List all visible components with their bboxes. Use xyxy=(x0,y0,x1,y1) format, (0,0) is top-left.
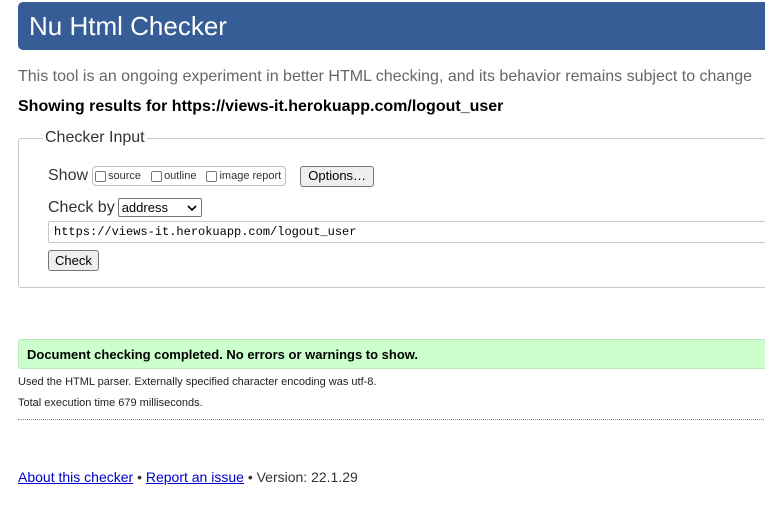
check-by-label: Check by xyxy=(48,198,115,216)
url-input[interactable]: https://views-it.herokuapp.com/logout_us… xyxy=(48,221,765,243)
checker-input-fieldset: Checker Input Show source outline image … xyxy=(18,129,765,288)
check-by-value: address xyxy=(121,200,168,215)
option-source[interactable]: source xyxy=(95,170,141,182)
source-checkbox[interactable] xyxy=(95,170,107,182)
image-report-checkbox[interactable] xyxy=(206,170,218,182)
page-header: Nu Html Checker xyxy=(18,2,765,50)
chevron-down-icon xyxy=(187,204,197,211)
divider xyxy=(18,419,765,420)
parser-info: Used the HTML parser. Externally specifi… xyxy=(18,376,377,388)
outline-label: outline xyxy=(164,170,197,182)
results-heading: Showing results for https://views-it.her… xyxy=(18,98,504,115)
option-image-report[interactable]: image report xyxy=(206,170,281,182)
show-options-row: Show source outline image report Options… xyxy=(48,164,375,188)
source-label: source xyxy=(108,170,142,182)
check-button[interactable]: Check xyxy=(48,250,99,271)
tagline: This tool is an ongoing experiment in be… xyxy=(18,68,753,85)
show-options-group: source outline image report xyxy=(92,166,287,186)
about-checker-link[interactable]: About this checker xyxy=(18,469,133,485)
image-report-label: image report xyxy=(219,170,282,182)
footer-separator-1: • xyxy=(137,469,142,485)
options-button[interactable]: Options… xyxy=(300,165,375,187)
show-label: Show xyxy=(48,167,89,184)
success-message: Document checking completed. No errors o… xyxy=(18,339,765,369)
footer-separator-2: • xyxy=(247,469,253,485)
execution-time: Total execution time 679 milliseconds. xyxy=(18,397,203,409)
footer: About this checker • Report an issue • V… xyxy=(18,469,358,485)
outline-checkbox[interactable] xyxy=(151,170,163,182)
version-text: Version: 22.1.29 xyxy=(256,469,358,485)
check-by-row: Check by address xyxy=(48,198,202,217)
check-by-select[interactable]: address xyxy=(117,198,202,217)
checker-input-legend: Checker Input xyxy=(43,129,147,147)
page-title: Nu Html Checker xyxy=(29,11,227,41)
report-issue-link[interactable]: Report an issue xyxy=(146,469,244,485)
option-outline[interactable]: outline xyxy=(151,170,196,182)
